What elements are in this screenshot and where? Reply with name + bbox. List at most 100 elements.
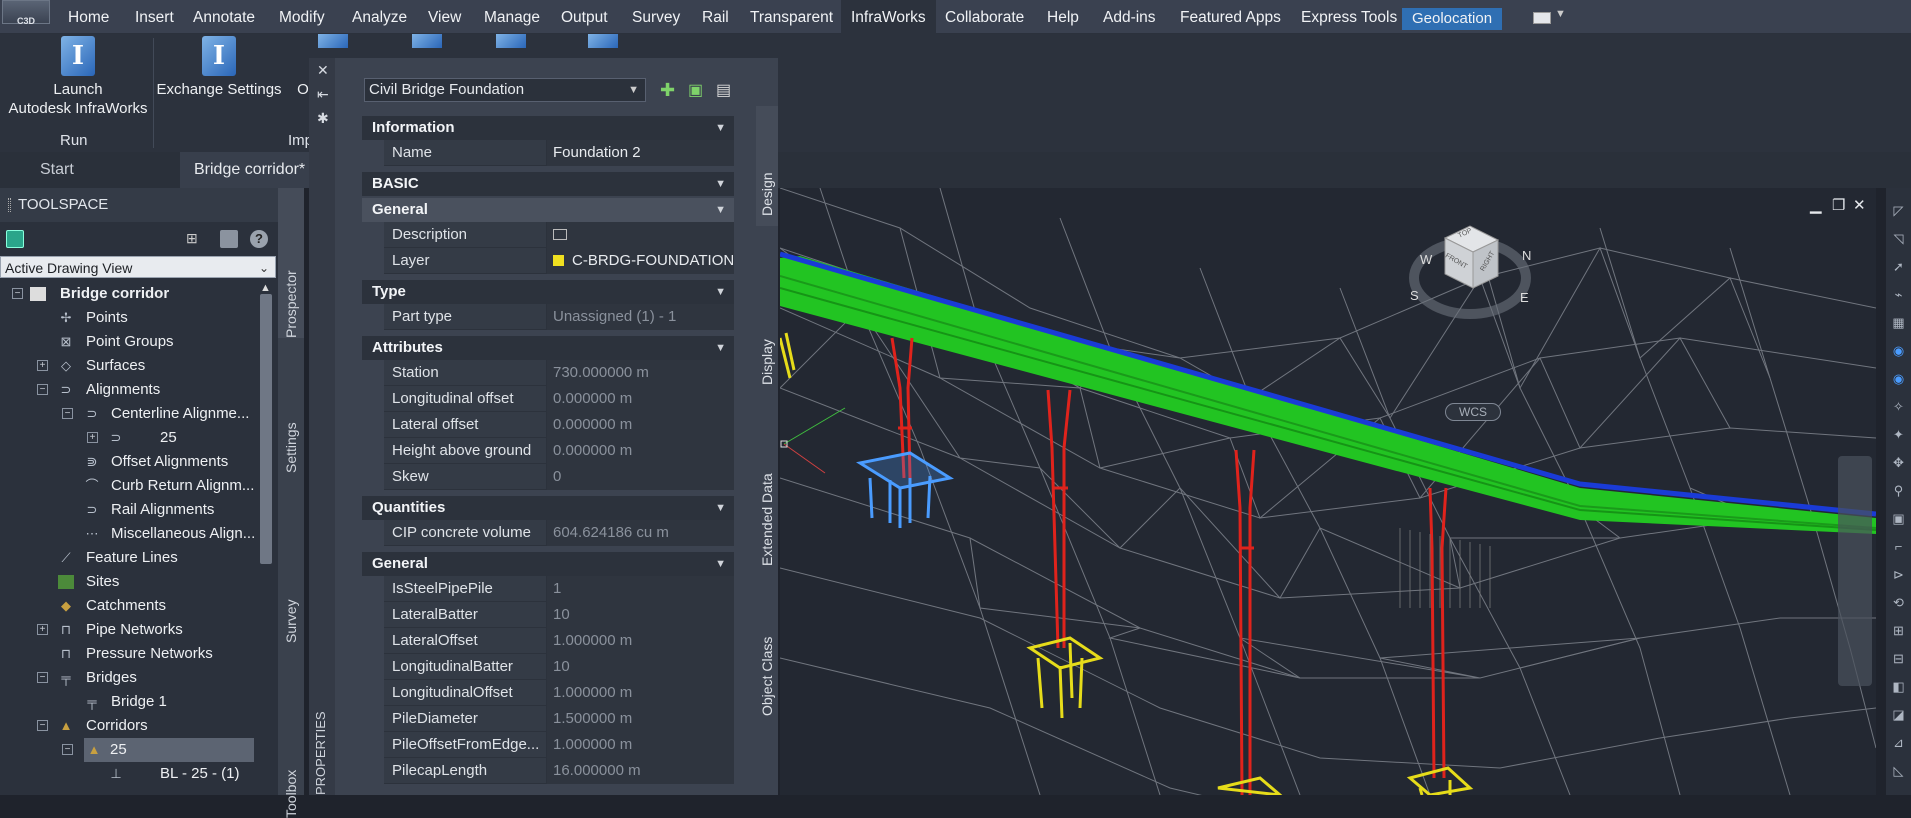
menu-help[interactable]: Help [1037, 0, 1089, 34]
collapse-icon[interactable]: − [37, 720, 48, 731]
collapse-icon[interactable]: ▼ [715, 116, 726, 140]
section-quantities[interactable]: Quantities ▼ [362, 496, 734, 520]
prop-row-layer[interactable]: Layer C-BRDG-FOUNDATION [362, 248, 734, 274]
collapse-icon[interactable]: − [37, 384, 48, 395]
tree-item-corridor-25[interactable]: 25 [84, 738, 254, 762]
tree-item-catchments[interactable]: ◆ Catchments [0, 594, 254, 618]
close-icon[interactable]: ✕ [317, 62, 329, 79]
prop-row-height-above-ground[interactable]: Height above ground 0.000000 m [362, 438, 734, 464]
menu-survey[interactable]: Survey [622, 0, 690, 34]
ribbon-icon-partial[interactable] [496, 34, 526, 48]
object-type-select[interactable]: Civil Bridge Foundation ▼ [364, 78, 646, 102]
tree-item-surfaces[interactable]: + ◇ Surfaces [0, 354, 254, 378]
tree-item-alignment-25[interactable]: + ⊃ 25 [0, 426, 254, 450]
workspace-flag-icon[interactable] [1533, 12, 1551, 24]
tab-settings[interactable]: Settings [278, 348, 304, 498]
collapse-icon[interactable]: − [37, 672, 48, 683]
prop-row-lateralbatter[interactable]: LateralBatter 10 [362, 602, 734, 628]
tree-item-feature-lines[interactable]: ⟋ Feature Lines [0, 546, 254, 570]
minimize-icon[interactable]: ▁ [1810, 196, 1822, 214]
expand-icon[interactable]: + [37, 360, 48, 371]
toggle-pickadd-icon[interactable]: ✚ [660, 80, 682, 100]
tool-icon[interactable]: ◹ [1890, 230, 1907, 247]
tool-icon[interactable]: ✦ [1890, 426, 1907, 443]
section-general[interactable]: General ▼ [362, 198, 734, 222]
prop-row-pilediameter[interactable]: PileDiameter 1.500000 m [362, 706, 734, 732]
prop-row-lateraloffset[interactable]: LateralOffset 1.000000 m [362, 628, 734, 654]
app-icon[interactable]: C3D [2, 0, 50, 26]
tree-item-bridge-corridor[interactable]: − Bridge corridor [0, 282, 254, 306]
tab-survey[interactable]: Survey [278, 508, 304, 658]
tool-icon[interactable]: ◺ [1890, 762, 1907, 779]
close-icon[interactable]: ✕ [1853, 196, 1866, 214]
chevron-down-icon[interactable]: ▼ [1555, 8, 1566, 20]
menu-featured-apps[interactable]: Featured Apps [1170, 0, 1291, 34]
menu-collaborate[interactable]: Collaborate [935, 0, 1034, 34]
settings-icon[interactable]: ✱ [317, 110, 329, 127]
tool-icon[interactable]: ◸ [1890, 202, 1907, 219]
grip-icon[interactable] [8, 198, 11, 212]
menu-home[interactable]: Home [58, 0, 119, 34]
menu-rail[interactable]: Rail [692, 0, 739, 34]
globe-icon[interactable]: ◉ [1890, 342, 1907, 359]
tab-bridge-corridor[interactable]: Bridge corridor* [180, 152, 320, 188]
hierarchy-icon[interactable]: ⊞ [186, 230, 204, 248]
menu-infraworks[interactable]: InfraWorks [841, 0, 936, 34]
menu-modify[interactable]: Modify [269, 0, 335, 34]
tab-design[interactable]: Design [756, 106, 778, 226]
collapse-icon[interactable]: − [12, 288, 23, 299]
tool-icon[interactable]: ⟲ [1890, 594, 1907, 611]
navigation-bar[interactable] [1838, 456, 1872, 686]
prop-value-layer[interactable]: C-BRDG-FOUNDATION [546, 248, 734, 274]
tree-item-alignments[interactable]: − ⊃ Alignments [0, 378, 254, 402]
tree-item-baseline[interactable]: ⊥ BL - 25 - (1) [0, 762, 254, 786]
tool-icon[interactable]: ◧ [1890, 678, 1907, 695]
tool-icon[interactable]: ⊿ [1890, 734, 1907, 751]
expand-icon[interactable]: + [87, 432, 98, 443]
prop-row-part-type[interactable]: Part type Unassigned (1) - 1 [362, 304, 734, 330]
restore-icon[interactable]: ❐ [1832, 196, 1845, 214]
tab-start[interactable]: Start [26, 152, 88, 188]
tab-toolbox[interactable]: Toolbox [278, 668, 304, 818]
prop-row-lateral-offset[interactable]: Lateral offset 0.000000 m [362, 412, 734, 438]
wcs-menu[interactable]: WCS [1445, 403, 1501, 421]
tool-icon[interactable]: ⌁ [1890, 286, 1907, 303]
prop-row-issteelpipepile[interactable]: IsSteelPipePile 1 [362, 576, 734, 602]
collapse-icon[interactable]: − [62, 408, 73, 419]
menu-add-ins[interactable]: Add-ins [1093, 0, 1166, 34]
prop-row-skew[interactable]: Skew 0 [362, 464, 734, 490]
model-viewport[interactable]: TOP FRONT RIGHT W S E N WCS ▁ ❐ ✕ [780, 188, 1876, 795]
tree-item-bridge-1[interactable]: ╤ Bridge 1 [0, 690, 254, 714]
ribbon-icon-partial[interactable] [412, 34, 442, 48]
tool-icon[interactable]: ✥ [1890, 454, 1907, 471]
section-information[interactable]: Information ▼ [362, 116, 734, 140]
tree-item-bridges[interactable]: − ╤ Bridges [0, 666, 254, 690]
collapse-icon[interactable]: ▼ [715, 198, 726, 222]
menu-analyze[interactable]: Analyze [342, 0, 417, 34]
collapse-icon[interactable]: ▼ [715, 336, 726, 360]
scroll-up-icon[interactable]: ▲ [260, 282, 271, 294]
tree-item-point-groups[interactable]: ⊠ Point Groups [0, 330, 254, 354]
menu-view[interactable]: View [418, 0, 471, 34]
prop-row-description[interactable]: Description [362, 222, 734, 248]
tool-icon[interactable]: ⊳ [1890, 566, 1907, 583]
item-view-icon[interactable] [220, 230, 238, 248]
tool-icon[interactable]: ⚲ [1890, 482, 1907, 499]
section-general-params[interactable]: General ▼ [362, 552, 734, 576]
toolspace-main-icon[interactable] [6, 230, 24, 248]
tree-item-pipe-networks[interactable]: + ⊓ Pipe Networks [0, 618, 254, 642]
tool-icon[interactable]: ⊟ [1890, 650, 1907, 667]
prop-row-station[interactable]: Station 730.000000 m [362, 360, 734, 386]
prop-row-cip-volume[interactable]: CIP concrete volume 604.624186 cu m [362, 520, 734, 546]
tree-item-points[interactable]: ✢ Points [0, 306, 254, 330]
prop-value-name[interactable]: Foundation 2 [546, 140, 734, 166]
menu-insert[interactable]: Insert [125, 0, 184, 34]
scrollbar-thumb[interactable] [260, 294, 272, 564]
menu-geolocation[interactable]: Geolocation [1402, 8, 1503, 30]
active-drawing-view-select[interactable]: Active Drawing View ⌄ [0, 256, 276, 278]
section-type[interactable]: Type ▼ [362, 280, 734, 304]
prop-row-pilecaplength[interactable]: PilecapLength 16.000000 m [362, 758, 734, 784]
tab-extended-data[interactable]: Extended Data [756, 406, 778, 576]
tree-item-corridors[interactable]: − ▲ Corridors [0, 714, 254, 738]
section-basic[interactable]: BASIC ▼ [362, 172, 734, 196]
